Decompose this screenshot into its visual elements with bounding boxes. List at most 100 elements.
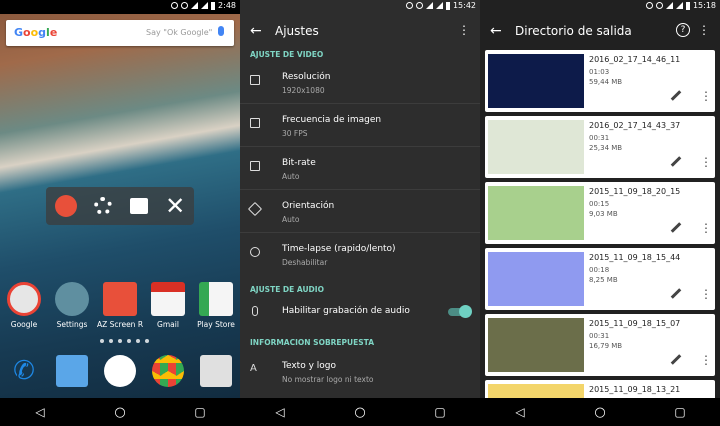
camera-icon[interactable] (200, 355, 232, 387)
chrome-icon[interactable] (152, 355, 184, 387)
video-thumbnail (488, 120, 584, 174)
setting-title: Texto y logo (282, 361, 336, 371)
camcorder-icon (103, 282, 137, 316)
setting-resolution[interactable]: Resolución 1920x1080 (240, 61, 480, 104)
recents-icon[interactable]: ▢ (194, 405, 206, 419)
app-label: Google (10, 320, 38, 329)
google-search-bar[interactable]: Google Say "Ok Google" (6, 20, 234, 46)
video-duration: 00:18 (589, 266, 610, 274)
audio-toggle[interactable] (448, 305, 472, 318)
more-vert-icon[interactable]: ⋮ (700, 89, 712, 103)
back-icon[interactable]: ◁ (274, 405, 286, 419)
video-size: 9,03 MB (589, 210, 618, 218)
magic-wand-icon[interactable] (670, 156, 682, 167)
status-bar: 2:48 (0, 0, 240, 14)
battery-icon (685, 1, 690, 10)
gmail-icon (151, 282, 185, 316)
record-icon[interactable] (54, 195, 77, 217)
video-card[interactable]: 2016_02_17_14_43_37 00:31 25,34 MB ⋮ (485, 116, 715, 178)
app-drawer-icon[interactable] (104, 355, 136, 387)
output-directory-screen: 15:18 ← Directorio de salida ? ⋮ 2016_02… (480, 0, 720, 426)
back-icon[interactable]: ◁ (34, 405, 46, 419)
back-arrow-icon[interactable]: ← (250, 23, 262, 39)
video-size: 59,44 MB (589, 78, 623, 86)
google-logo-g: G (14, 26, 24, 39)
minus-circle-icon (171, 2, 179, 9)
video-card[interactable]: 2015_11_09_18_15_44 00:18 8,25 MB ⋮ (485, 248, 715, 310)
app-label: Gmail (157, 320, 179, 329)
messages-icon[interactable] (56, 355, 88, 387)
setting-frame-rate[interactable]: Frecuencia de imagen 30 FPS (240, 104, 480, 147)
app-bar: ← Ajustes ⋮ (240, 14, 480, 48)
video-thumbnail (488, 252, 584, 306)
recents-icon[interactable]: ▢ (674, 405, 686, 419)
play-store-icon (199, 282, 233, 316)
magic-wand-icon[interactable] (670, 222, 682, 233)
magic-wand-icon[interactable] (670, 354, 682, 365)
wifi-icon (191, 2, 199, 9)
help-icon[interactable]: ? (676, 23, 690, 37)
setting-text-logo[interactable]: A Texto y logo No mostrar logo ni texto (240, 350, 480, 392)
more-vert-icon[interactable]: ⋮ (698, 23, 710, 37)
video-size: 25,34 MB (589, 144, 623, 152)
app-az-screen-recorder[interactable]: AZ Screen R... (97, 282, 143, 329)
battery-icon (211, 1, 216, 10)
signal-icon (675, 2, 683, 9)
status-bar: 15:42 (240, 0, 480, 14)
section-audio: AJUSTE DE AUDIO (250, 285, 324, 294)
setting-record-audio[interactable]: Habilitar grabación de audio (240, 296, 480, 328)
setting-value: Auto (282, 172, 300, 181)
video-card[interactable]: 2015_11_09_18_15_07 00:31 16,79 MB ⋮ (485, 314, 715, 376)
magic-wand-icon[interactable] (670, 90, 682, 101)
setting-value: Auto (282, 215, 300, 224)
app-gmail[interactable]: Gmail (145, 282, 191, 329)
more-vert-icon[interactable]: ⋮ (700, 287, 712, 301)
alarm-icon (415, 2, 423, 9)
video-card[interactable]: 2016_02_17_14_46_11 01:03 59,44 MB ⋮ (485, 50, 715, 112)
alarm-icon (655, 2, 663, 9)
close-icon[interactable]: ✕ (165, 194, 185, 218)
setting-value: 30 FPS (282, 129, 308, 138)
recents-icon[interactable]: ▢ (434, 405, 446, 419)
phone-icon[interactable]: ✆ (8, 355, 40, 387)
home-icon[interactable]: ○ (354, 405, 366, 420)
back-icon[interactable]: ◁ (514, 405, 526, 419)
video-duration: 00:31 (589, 332, 610, 340)
home-icon[interactable]: ○ (594, 405, 606, 420)
app-bar: ← Directorio de salida ? ⋮ (480, 14, 720, 48)
hd-icon (250, 75, 260, 85)
video-name: 2015_11_09_18_13_21 (589, 385, 681, 394)
more-vert-icon[interactable]: ⋮ (700, 353, 712, 367)
app-google[interactable]: Google (1, 282, 47, 329)
hd-icon (250, 161, 260, 171)
more-vert-icon[interactable]: ⋮ (700, 221, 712, 235)
google-icon (7, 282, 41, 316)
video-thumbnail (488, 318, 584, 372)
video-card[interactable]: 2015_11_09_18_20_15 00:15 9,03 MB ⋮ (485, 182, 715, 244)
app-settings[interactable]: Settings (49, 282, 95, 329)
setting-bitrate[interactable]: Bit-rate Auto (240, 147, 480, 190)
setting-orientation[interactable]: Orientación Auto (240, 190, 480, 233)
app-play-store[interactable]: Play Store (193, 282, 239, 329)
section-overlay: INFORMACION SOBREPUESTA (250, 338, 375, 347)
setting-title: Bit-rate (282, 158, 316, 168)
more-vert-icon[interactable]: ⋮ (700, 155, 712, 169)
battery-icon (445, 1, 450, 10)
signal-icon (435, 2, 443, 9)
image-icon[interactable] (129, 198, 148, 214)
gear-icon[interactable] (94, 197, 113, 215)
app-label: Play Store (197, 320, 235, 329)
setting-title: Frecuencia de imagen (282, 115, 382, 125)
setting-title: Resolución (282, 72, 331, 82)
more-vert-icon[interactable]: ⋮ (458, 23, 470, 37)
home-icon[interactable]: ○ (114, 405, 126, 420)
magic-wand-icon[interactable] (670, 288, 682, 299)
status-time: 15:42 (452, 1, 476, 10)
setting-timelapse[interactable]: Time-lapse (rapido/lento) Deshabilitar (240, 233, 480, 275)
back-arrow-icon[interactable]: ← (490, 23, 502, 39)
video-size: 16,79 MB (589, 342, 623, 350)
status-bar: 15:18 (480, 0, 720, 14)
app-label: AZ Screen R... (97, 320, 143, 329)
microphone-icon[interactable] (218, 26, 224, 36)
signal-icon (201, 2, 209, 9)
